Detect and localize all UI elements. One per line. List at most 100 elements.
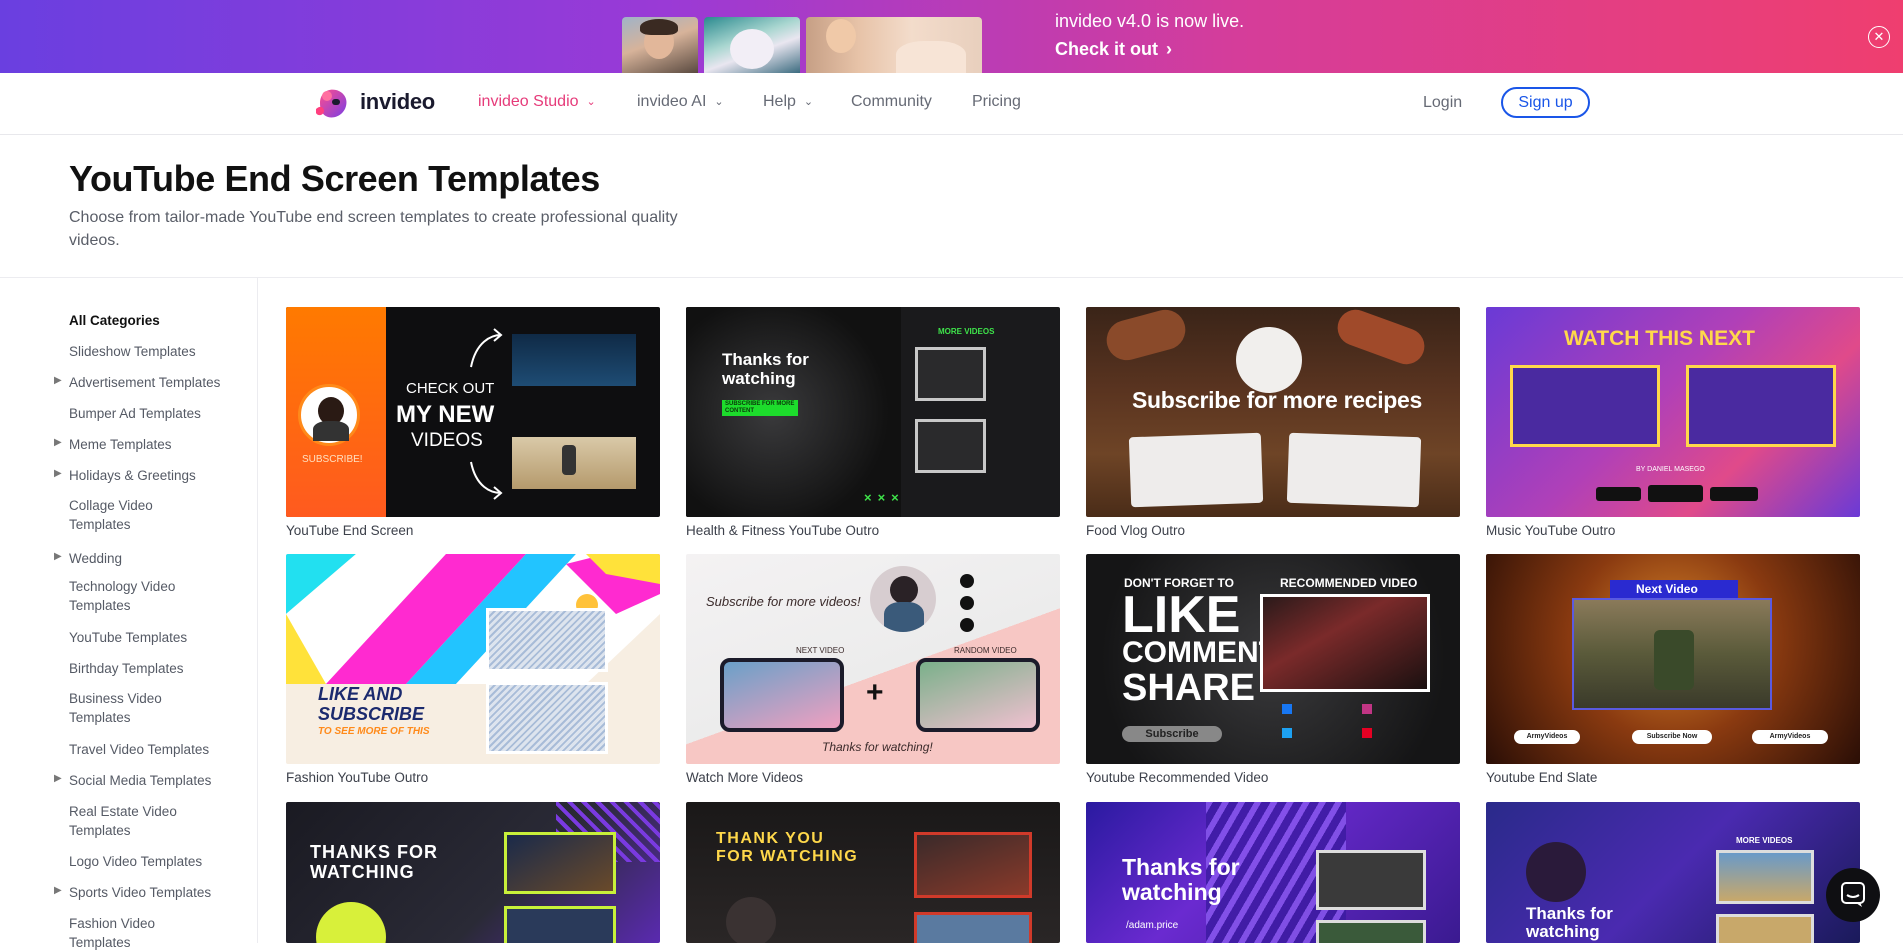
template-card-fashion[interactable]: LIKE AND SUBSCRIBE TO SEE MORE OF THIS: [286, 554, 660, 764]
nav-help[interactable]: Help ⌄: [763, 93, 813, 111]
template-card-recommended-video[interactable]: DON'T FORGET TO LIKE COMMENT SHARE Subsc…: [1086, 554, 1460, 764]
apple-music-badge: [1596, 487, 1641, 501]
video-slot-2: [1716, 914, 1814, 943]
template-card-title[interactable]: Youtube Recommended Video: [1086, 770, 1268, 785]
template-card-title[interactable]: YouTube End Screen: [286, 523, 413, 538]
sidebar-item-fashion[interactable]: Fashion Video Templates: [69, 914, 174, 952]
nav-label: invideo AI: [637, 93, 706, 110]
nav-pricing[interactable]: Pricing: [972, 93, 1021, 111]
sidebar-item-advertisement[interactable]: Advertisement Templates: [69, 373, 244, 392]
thumb-text: Subscribe for more videos!: [706, 594, 861, 609]
template-card-watch-more[interactable]: Subscribe for more videos! NEXT VIDEO RA…: [686, 554, 1060, 764]
sign-up-button[interactable]: Sign up: [1501, 87, 1590, 118]
promo-cta-link[interactable]: Check it out›: [1055, 39, 1172, 60]
thumb-text: RANDOM VIDEO: [954, 646, 1017, 655]
template-card-thanks-watching-1[interactable]: THANKS FOR WATCHING: [286, 802, 660, 943]
nav-invideo-ai[interactable]: invideo AI ⌄: [637, 93, 724, 111]
nav-community[interactable]: Community: [851, 93, 932, 111]
thumb-text: watching: [1122, 879, 1222, 906]
template-card-thanks-watching-2[interactable]: THANK YOU FOR WATCHING: [686, 802, 1060, 943]
invideo-logo-icon[interactable]: [312, 83, 352, 123]
expand-arrow-icon[interactable]: ▶: [54, 437, 62, 448]
sidebar-item-social-media[interactable]: Social Media Templates: [69, 771, 244, 790]
sidebar-item-holidays[interactable]: Holidays & Greetings: [69, 466, 244, 485]
thumb-text: SHARE: [1122, 668, 1255, 708]
avatar-circle: [316, 902, 386, 943]
plus-icon: +: [866, 676, 884, 710]
login-link[interactable]: Login: [1423, 94, 1462, 112]
sidebar-item-birthday[interactable]: Birthday Templates: [69, 659, 244, 678]
soundcloud-badge: [1710, 487, 1758, 501]
category-sidebar: All Categories Slideshow Templates ▶ Adv…: [0, 278, 258, 943]
thumb-text: Subscribe for more recipes: [1132, 387, 1422, 414]
thumb-text: MORE VIDEOS: [938, 327, 994, 336]
expand-arrow-icon[interactable]: ▶: [54, 375, 62, 386]
video-slot-1: [1510, 365, 1660, 447]
close-icon[interactable]: ✕: [1868, 26, 1890, 48]
thumb-text: ArmyVideos: [1514, 730, 1580, 744]
sidebar-item-collage[interactable]: Collage Video Templates: [69, 496, 189, 534]
thumb-text: RECOMMENDED VIDEO: [1280, 576, 1417, 590]
spotify-badge: [1648, 485, 1703, 502]
sidebar-item-slideshow[interactable]: Slideshow Templates: [69, 342, 244, 361]
template-card-title[interactable]: Health & Fitness YouTube Outro: [686, 523, 879, 538]
avatar-body: [313, 421, 349, 441]
divider: [0, 277, 1903, 278]
video-slot-2: [486, 682, 608, 754]
expand-arrow-icon[interactable]: ▶: [54, 773, 62, 784]
thumb-text: Subscribe Now: [1632, 730, 1712, 744]
template-card-music[interactable]: WATCH THIS NEXT BY DANIEL MASEGO: [1486, 307, 1860, 517]
sidebar-item-sports[interactable]: Sports Video Templates: [69, 883, 244, 902]
sausage-shape: [1102, 307, 1190, 365]
avatar-silhouette: [890, 576, 918, 604]
sidebar-item-youtube[interactable]: YouTube Templates: [69, 628, 244, 647]
sidebar-item-travel[interactable]: Travel Video Templates: [69, 740, 244, 759]
avatar-circle: [870, 566, 936, 632]
template-card-youtube-end-screen[interactable]: SUBSCRIBE! CHECK OUT MY NEW VIDEOS: [286, 307, 660, 517]
template-card-title[interactable]: Music YouTube Outro: [1486, 523, 1615, 538]
face-shape: [826, 19, 856, 53]
thumb-text: MORE VIDEOS: [1736, 836, 1792, 845]
thumb-text: Thanks for: [722, 350, 809, 370]
video-slot-2: [916, 658, 1040, 732]
template-card-thanks-watching-3[interactable]: Thanks for watching /adam.price: [1086, 802, 1460, 943]
sidebar-item-all-categories[interactable]: All Categories: [69, 311, 244, 330]
chat-support-button[interactable]: [1826, 868, 1880, 922]
sidebar-item-real-estate[interactable]: Real Estate Video Templates: [69, 802, 194, 840]
sidebar-item-technology[interactable]: Technology Video Templates: [69, 577, 199, 615]
video-slot-1: [720, 658, 844, 732]
expand-arrow-icon[interactable]: ▶: [54, 551, 62, 562]
nav-label: Help: [763, 93, 796, 110]
sidebar-item-logo[interactable]: Logo Video Templates: [69, 852, 244, 871]
thumb-text: LIKE AND: [318, 684, 402, 705]
thumb-text: BY DANIEL MASEGO: [1636, 466, 1705, 473]
template-card-title[interactable]: Food Vlog Outro: [1086, 523, 1185, 538]
template-card-title[interactable]: Fashion YouTube Outro: [286, 770, 428, 785]
chevron-down-icon: ⌄: [804, 95, 813, 108]
logo-wordmark[interactable]: invideo: [360, 89, 435, 115]
video-slot-2: [914, 912, 1032, 943]
expand-arrow-icon[interactable]: ▶: [54, 468, 62, 479]
nav-invideo-studio[interactable]: invideo Studio⌄: [478, 93, 596, 111]
expand-arrow-icon[interactable]: ▶: [54, 885, 62, 896]
template-card-food-vlog[interactable]: Subscribe for more recipes: [1086, 307, 1460, 517]
video-slot-1: [1260, 594, 1430, 692]
template-card-end-slate[interactable]: Next Video ArmyVideos Subscribe Now Army…: [1486, 554, 1860, 764]
template-card-title[interactable]: Youtube End Slate: [1486, 770, 1597, 785]
thumb-text: Next Video: [1636, 582, 1698, 596]
sidebar-item-wedding[interactable]: Wedding: [69, 549, 244, 568]
video-slot-2: [915, 419, 986, 473]
sidebar-item-meme[interactable]: Meme Templates: [69, 435, 244, 454]
page-description: Choose from tailor-made YouTube end scre…: [69, 206, 729, 252]
template-card-thanks-watching-4[interactable]: MORE VIDEOS Thanks for watching: [1486, 802, 1860, 943]
template-card-title[interactable]: Watch More Videos: [686, 770, 803, 785]
sidebar-item-business[interactable]: Business Video Templates: [69, 689, 179, 727]
thumb-text: THANK YOU: [716, 830, 824, 848]
soldier-shape: [1654, 630, 1694, 690]
nav-label: invideo Studio: [478, 93, 579, 110]
hair-shape: [640, 19, 678, 35]
chevron-down-icon: ⌄: [714, 95, 723, 108]
sidebar-item-bumper-ad[interactable]: Bumper Ad Templates: [69, 404, 244, 423]
thumb-text: WATCH THIS NEXT: [1564, 327, 1755, 351]
template-card-health-fitness[interactable]: Thanks for watching SUBSCRIBE FOR MORE C…: [686, 307, 1060, 517]
